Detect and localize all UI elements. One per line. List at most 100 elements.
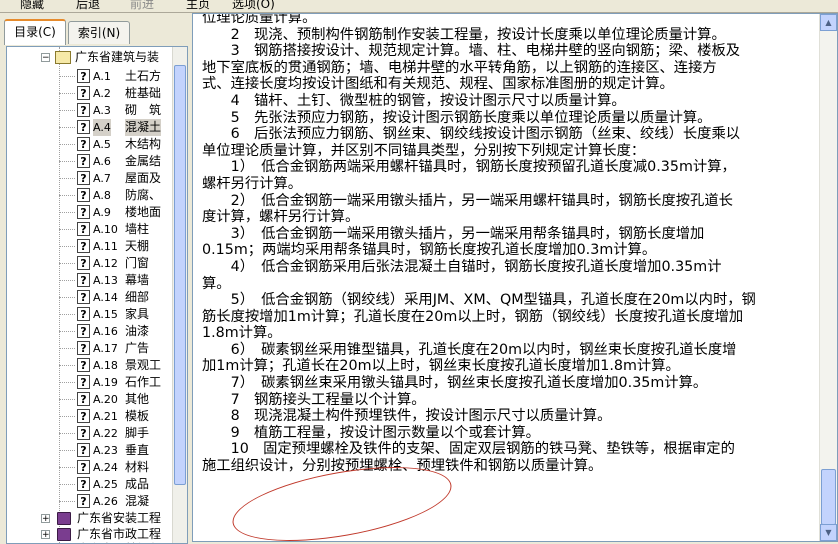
content-scrollbar[interactable]: ▲ ▼ <box>819 14 837 541</box>
tree-item[interactable]: ? A.5 木结构 <box>7 136 173 153</box>
tree-item-code: A.4 <box>93 119 111 136</box>
tree-book[interactable]: + 广东省市政工程 <box>7 526 173 543</box>
tree-scrollbar-thumb[interactable] <box>174 65 186 485</box>
tree-scrollbar[interactable] <box>172 47 187 543</box>
tree-item-code: A.11 <box>93 240 118 253</box>
tree-book[interactable]: + 广东省安装工程 <box>7 510 173 527</box>
content-line: 6 后张法预应力钢筋、钢丝束、钢绞线按设计图示钢筋（丝束、绞线）长度乘以 <box>202 126 741 143</box>
tree-guide-branch <box>59 297 75 298</box>
tree-item-code: A.1 <box>93 70 111 83</box>
collapse-icon[interactable]: − <box>41 53 50 63</box>
tree-book[interactable]: +广东省园林绿化 <box>7 541 173 543</box>
forward-button[interactable]: 前进 <box>130 0 154 12</box>
content-line: 单位理论质量计算，并区别不同锚具类型，分别按下列规定计算长度： <box>202 142 646 159</box>
tree-item[interactable]: ? A.8 防腐、 <box>7 187 173 204</box>
tree-item[interactable]: ? A.25 成品 <box>7 476 173 493</box>
tree-item-code: A.24 <box>93 461 118 474</box>
help-topic-icon: ? <box>77 324 90 338</box>
content-line: 2） 低合金钢筋一端采用镦头插片，另一端采用螺杆锚具时，钢筋长度按孔道长 <box>202 192 733 209</box>
tree-item-code: A.20 <box>93 393 118 406</box>
content-scrollbar-thumb[interactable] <box>821 469 836 525</box>
tree-guide-branch <box>59 314 75 315</box>
expand-icon[interactable]: + <box>41 529 50 539</box>
tree-root[interactable]: − 广东省建筑与装 <box>7 49 173 66</box>
tree-item[interactable]: ? A.18 景观工 <box>7 357 173 374</box>
tree-item[interactable]: ? A.15 家具 <box>7 306 173 323</box>
tab-index[interactable]: 索引(N) <box>68 21 130 44</box>
tree-item[interactable]: ? A.19 石作工 <box>7 374 173 391</box>
hide-button[interactable]: 隐藏 <box>20 0 44 12</box>
tree-item-code: A.15 <box>93 308 118 321</box>
tree-item[interactable]: ? A.12 门窗 <box>7 255 173 272</box>
content-line: 位理论质量计算。 <box>202 13 317 26</box>
tree-guide-branch <box>59 382 75 383</box>
tree-item-code: A.3 <box>93 104 111 117</box>
back-button[interactable]: 后退 <box>76 0 100 12</box>
tree-item-name: 广告 <box>125 341 150 355</box>
tree-item[interactable]: ? A.23 垂直 <box>7 442 173 459</box>
tree-item-name: 模板 <box>125 409 150 423</box>
tree-item[interactable]: ? A.22 脚手 <box>7 425 173 442</box>
tree-item[interactable]: ? A.1 土石方 <box>7 68 173 85</box>
tree-guide-branch <box>59 110 75 111</box>
tree-item-name: 家具 <box>125 307 150 321</box>
content-line: 螺杆另行计算。 <box>202 175 303 192</box>
tree-item-code: A.22 <box>93 427 118 440</box>
open-book-icon <box>55 51 71 64</box>
tree-item-name: 金属结 <box>125 154 162 168</box>
scroll-up-icon[interactable]: ▲ <box>820 14 837 31</box>
tree-item[interactable]: ? A.11 天棚 <box>7 238 173 255</box>
tree-item[interactable]: ? A.9 楼地面 <box>7 204 173 221</box>
help-topic-icon: ? <box>77 341 90 355</box>
content-line: 加1m计算；孔道长在20m以上时，钢丝束长度按孔道长度增加1.8m计算。 <box>202 358 680 375</box>
tree-item[interactable]: ? A.4 混凝土 <box>7 119 173 136</box>
content-line: 3 钢筋搭接按设计、规范规定计算。墙、柱、电梯井壁的竖向钢筋；梁、楼板及 <box>202 43 741 60</box>
topic-text: 位理论质量计算。 2 现浇、预制构件钢筋制作安装工程量，按设计长度乘以单位理论质… <box>202 13 814 475</box>
tree-item-code: A.18 <box>93 359 118 372</box>
home-button[interactable]: 主页 <box>186 0 210 12</box>
content-line: 0.15m；两端均采用帮条锚具时，钢筋长度按孔道长度增加0.3m计算。 <box>202 242 657 259</box>
tree-item-code: A.21 <box>93 410 118 423</box>
help-topic-icon: ? <box>77 256 90 270</box>
tree-item[interactable]: ? A.10 墙柱 <box>7 221 173 238</box>
tree-item[interactable]: ? A.24 材料 <box>7 459 173 476</box>
tree-item-code: A.23 <box>93 444 118 457</box>
options-button[interactable]: 选项(O) <box>232 0 275 12</box>
tree-item[interactable]: ? A.7 屋面及 <box>7 170 173 187</box>
book-icon <box>57 527 71 541</box>
tree-item-name: 油漆 <box>125 324 150 338</box>
tab-contents[interactable]: 目录(C) <box>4 19 66 45</box>
tree-item[interactable]: ? A.14 细部 <box>7 289 173 306</box>
tree-item[interactable]: ? A.20 其他 <box>7 391 173 408</box>
scroll-down-icon[interactable]: ▼ <box>820 524 837 541</box>
expand-icon[interactable]: + <box>41 514 50 524</box>
content-line: 2 现浇、预制构件钢筋制作安装工程量，按设计长度乘以单位理论质量计算。 <box>202 26 726 43</box>
help-topic-icon: ? <box>77 69 90 83</box>
tree-item[interactable]: ? A.17 广告 <box>7 340 173 357</box>
content-line: 7） 碳素钢丝束采用镦头锚具时，钢丝束长度按孔道长度增加0.35m计算。 <box>202 375 708 392</box>
tree-book-label: 广东省园林绿化 <box>77 541 161 543</box>
tree-guide-branch <box>59 144 75 145</box>
tree-item[interactable]: ? A.2 桩基础 <box>7 85 173 102</box>
tree-guide-branch <box>59 331 75 332</box>
content-line: 1.8m计算。 <box>202 325 282 342</box>
tree-item[interactable]: ? A.21 模板 <box>7 408 173 425</box>
tree-guide-branch <box>59 467 75 468</box>
tree-item[interactable]: ? A.26 混凝 <box>7 493 173 510</box>
help-topic-icon: ? <box>77 222 90 236</box>
tree-item[interactable]: ? A.3 砌 筑 <box>7 102 173 119</box>
tree-guide-branch <box>59 178 75 179</box>
content-line: 5 先张法预应力钢筋，按设计图示钢筋长度乘以单位理论质量以质量计算。 <box>202 109 712 126</box>
tree-guide-branch <box>59 229 75 230</box>
tree-item[interactable]: ? A.16 油漆 <box>7 323 173 340</box>
tree-item-code: A.7 <box>93 172 111 185</box>
tree-item-code: A.17 <box>93 342 118 355</box>
tree-guide-branch <box>59 450 75 451</box>
tree-guide-branch <box>59 365 75 366</box>
tree-item-name: 砌 筑 <box>125 103 162 117</box>
tree-item[interactable]: ? A.6 金属结 <box>7 153 173 170</box>
tree-item-name: 天棚 <box>125 239 150 253</box>
help-topic-icon: ? <box>77 103 90 117</box>
tree-item[interactable]: ? A.13 幕墙 <box>7 272 173 289</box>
content-line: 5） 低合金钢筋（钢绞线）采用JM、XM、QM型锚具，孔道长度在20m以内时，钢 <box>202 292 756 309</box>
